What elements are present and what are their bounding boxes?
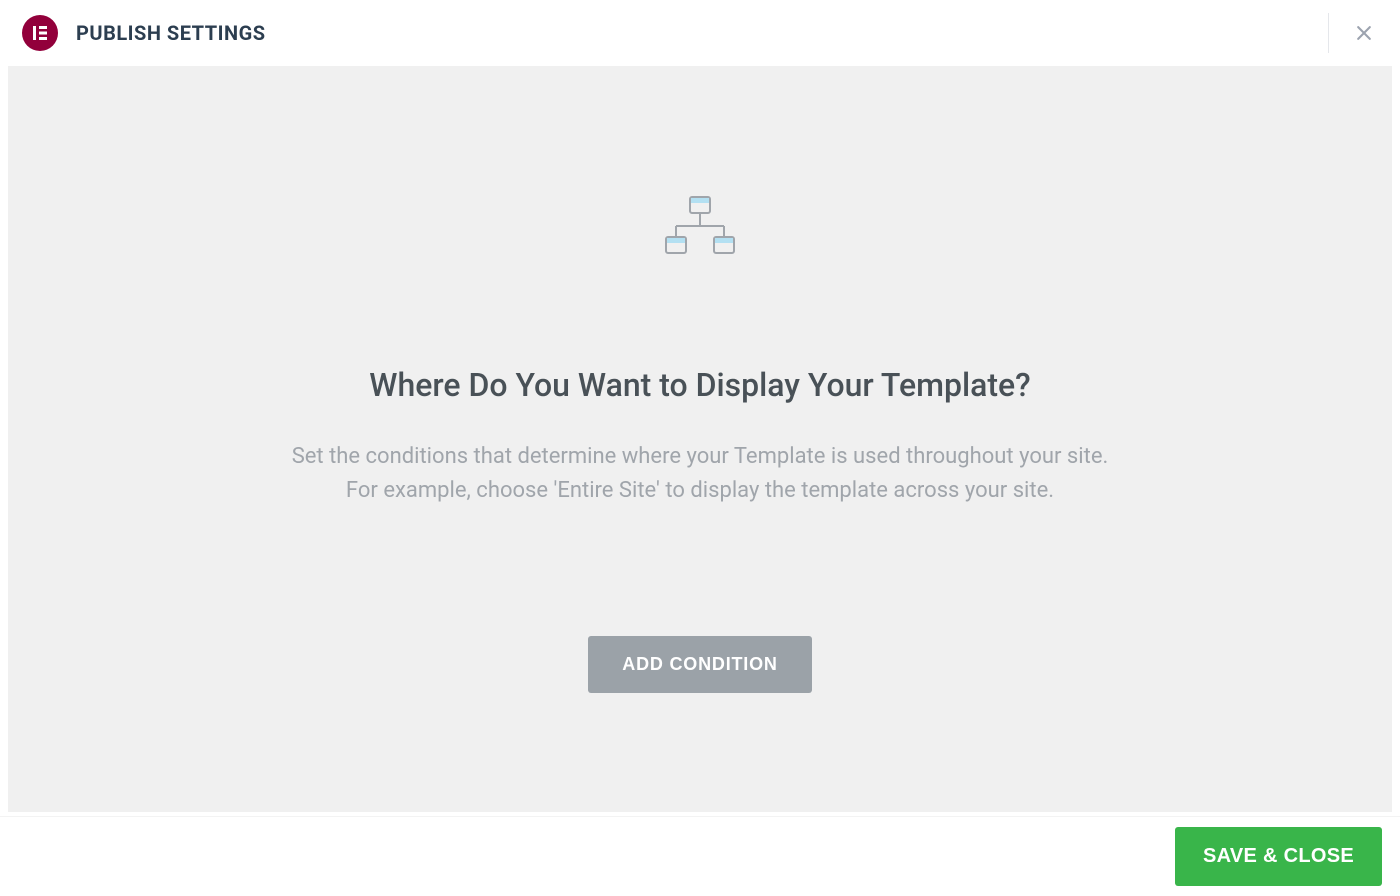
- sitemap-icon: [664, 196, 736, 266]
- elementor-logo-icon: [22, 15, 58, 51]
- close-icon: [1354, 23, 1374, 43]
- description-text: Set the conditions that determine where …: [292, 440, 1109, 508]
- description-line-1: Set the conditions that determine where …: [292, 444, 1109, 469]
- add-condition-button[interactable]: ADD CONDITION: [588, 636, 811, 693]
- content-area: Where Do You Want to Display Your Templa…: [8, 66, 1392, 812]
- save-close-button[interactable]: SAVE & CLOSE: [1175, 827, 1382, 886]
- description-line-2: For example, choose 'Entire Site' to dis…: [346, 478, 1054, 503]
- main-heading: Where Do You Want to Display Your Templa…: [369, 366, 1030, 404]
- modal-title: PUBLISH SETTINGS: [76, 21, 266, 45]
- modal-footer: SAVE & CLOSE: [0, 816, 1400, 896]
- close-button[interactable]: [1328, 13, 1378, 53]
- modal-header: PUBLISH SETTINGS: [0, 0, 1400, 66]
